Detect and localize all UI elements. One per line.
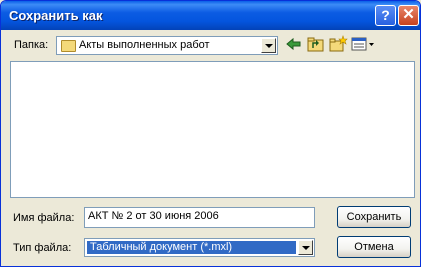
new-folder-icon xyxy=(329,35,348,52)
folder-icon xyxy=(61,40,76,52)
help-button[interactable]: ? xyxy=(375,5,396,26)
dialog-title: Сохранить как xyxy=(9,8,103,23)
back-button[interactable] xyxy=(284,35,304,53)
folder-label: Папка: xyxy=(14,39,49,51)
back-arrow-icon xyxy=(286,37,301,51)
new-folder-button[interactable] xyxy=(328,35,348,53)
view-menu-icon xyxy=(351,37,374,51)
close-button[interactable]: ✕ xyxy=(398,5,419,26)
filetype-select-value: Табличный документ (*.mxl) xyxy=(87,241,296,254)
cancel-button[interactable]: Отмена xyxy=(337,236,411,258)
filetype-label: Тип файла: xyxy=(13,242,72,254)
chevron-down-icon[interactable] xyxy=(298,240,313,255)
file-list[interactable] xyxy=(10,61,415,198)
view-menu-button[interactable] xyxy=(350,35,376,53)
save-button[interactable]: Сохранить xyxy=(337,206,411,228)
chevron-down-icon[interactable] xyxy=(261,38,276,53)
filename-input[interactable]: АКТ № 2 от 30 июня 2006 xyxy=(84,207,315,228)
filetype-select[interactable]: Табличный документ (*.mxl) xyxy=(84,238,315,257)
save-as-dialog: Сохранить как ? ✕ Папка: Акты выполненны… xyxy=(0,0,421,267)
filename-label: Имя файла: xyxy=(13,212,75,224)
title-bar[interactable]: Сохранить как ? ✕ xyxy=(1,1,420,30)
up-folder-icon xyxy=(307,37,324,52)
folder-select[interactable]: Акты выполненных работ xyxy=(56,36,278,55)
up-folder-button[interactable] xyxy=(306,35,326,53)
folder-select-value: Акты выполненных работ xyxy=(79,39,210,51)
